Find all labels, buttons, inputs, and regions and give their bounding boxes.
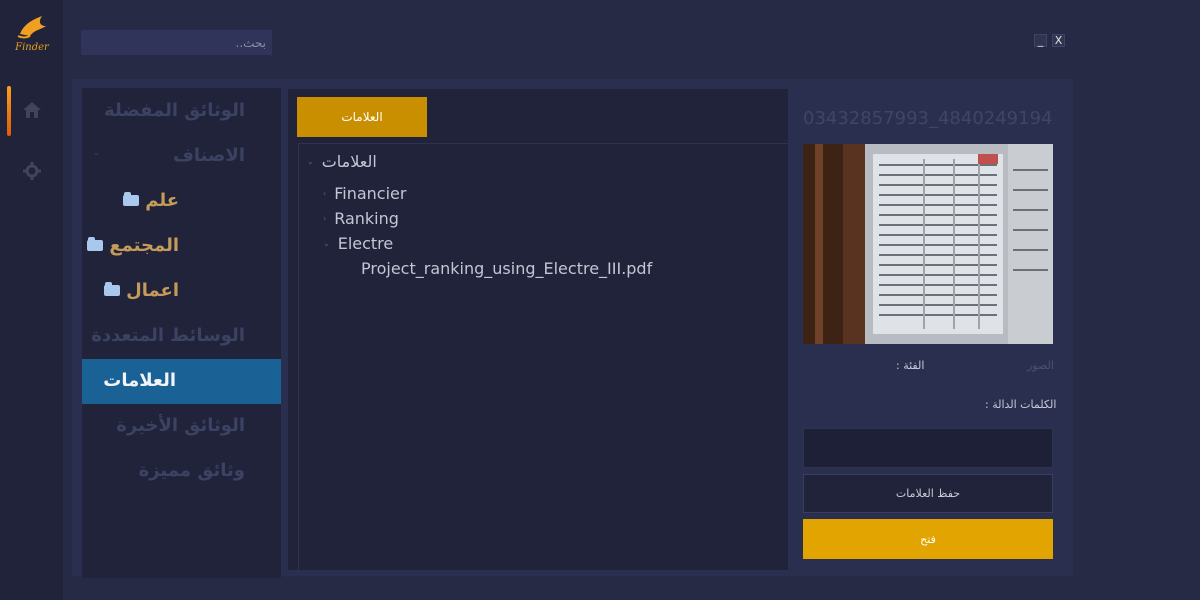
tree-file-label: Project_ranking_using_Electre_III.pdf	[361, 259, 653, 278]
sidebar-subitem-science[interactable]: علم	[123, 190, 179, 211]
keywords-label: الكلمات الدالة :	[985, 398, 1057, 411]
document-title: 03432857993_48402491944	[803, 108, 1053, 129]
keywords-field[interactable]	[803, 428, 1053, 468]
category-label: الفئة :	[896, 359, 925, 372]
chevron-down-icon[interactable]: ⌄	[92, 148, 100, 158]
sidebar-item-featured[interactable]: وثائق مميزة	[139, 460, 245, 481]
tree-node[interactable]: › Financier	[323, 184, 406, 203]
images-label: الصور	[1027, 359, 1054, 372]
sidebar-subitem-label: اعمال	[126, 280, 179, 301]
tree-node-label: Electre	[337, 234, 394, 253]
sidebar-subitem-business[interactable]: اعمال	[104, 280, 179, 301]
chevron-down-icon: ⌄	[323, 239, 330, 248]
tags-panel: العلامات ⌄ العلامات › Financier › Rankin…	[288, 89, 789, 571]
gear-icon	[23, 162, 41, 180]
sidebar-subitem-label: المجتمع	[109, 235, 179, 256]
icon-rail: Finder	[0, 0, 63, 600]
tree-node[interactable]: › Ranking	[323, 209, 399, 228]
tree-node-label: Ranking	[334, 209, 399, 228]
tags-tree: ⌄ العلامات › Financier › Ranking ⌄ Elect…	[298, 143, 789, 571]
settings-button[interactable]	[8, 147, 56, 195]
search-input[interactable]	[81, 30, 272, 55]
sidebar-subitem-label: علم	[145, 190, 179, 211]
logo-text: Finder	[15, 42, 49, 53]
sidebar-item-favorites[interactable]: الوثائق المفضلة	[104, 100, 245, 121]
chevron-right-icon: ›	[323, 189, 327, 198]
home-button[interactable]	[8, 86, 56, 134]
chevron-right-icon: ›	[323, 214, 327, 223]
tree-root-label: العلامات	[321, 152, 377, 171]
close-button[interactable]: X	[1052, 34, 1065, 47]
sidebar-item-multimedia[interactable]: الوسائط المتعددة	[91, 325, 245, 346]
document-photo	[803, 144, 1053, 344]
sidebar-item-recent[interactable]: الوثائق الأخيرة	[116, 415, 245, 436]
app-logo: Finder	[12, 12, 52, 60]
sidebar-item-categories[interactable]: الاصناف	[173, 145, 245, 166]
sidebar-item-tags[interactable]: العلامات	[82, 359, 281, 404]
bird-logo-icon	[17, 16, 46, 39]
sidebar-item-label: العلامات	[103, 370, 176, 391]
minimize-button[interactable]: _	[1034, 34, 1047, 47]
document-preview-image[interactable]	[803, 144, 1053, 344]
tree-file[interactable]: Project_ranking_using_Electre_III.pdf	[361, 259, 652, 278]
category-sidebar: الوثائق المفضلة ⌄ الاصناف علم المجتمع اع…	[82, 88, 281, 578]
tree-root[interactable]: ⌄ العلامات	[307, 152, 377, 171]
tab-tags[interactable]: العلامات	[297, 97, 427, 137]
home-icon	[23, 102, 41, 118]
sidebar-subitem-society[interactable]: المجتمع	[87, 235, 179, 256]
tree-node[interactable]: ⌄ Electre	[323, 234, 393, 253]
folder-icon	[104, 282, 121, 296]
tree-node-label: Financier	[334, 184, 407, 203]
folder-icon	[123, 192, 140, 206]
save-tags-button[interactable]: حفظ العلامات	[803, 474, 1053, 513]
chevron-down-icon: ⌄	[307, 157, 314, 166]
folder-icon	[87, 237, 104, 251]
open-button[interactable]: فتح	[803, 519, 1053, 559]
